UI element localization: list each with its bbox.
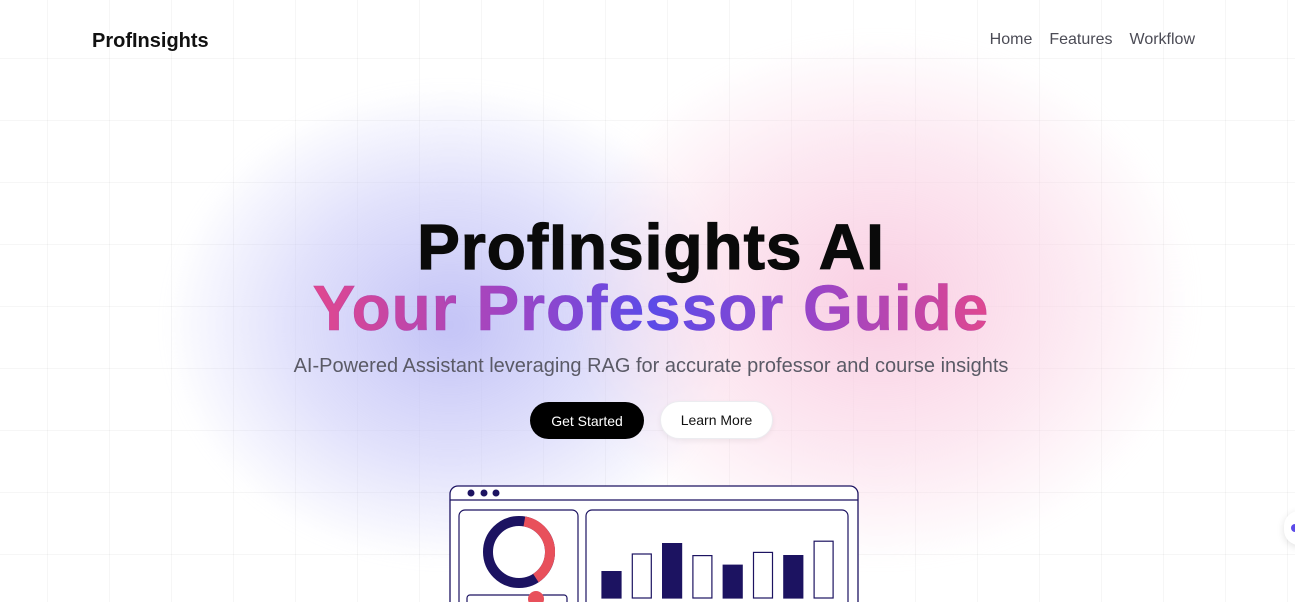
nav-link-home[interactable]: Home xyxy=(990,31,1033,49)
nav-link-workflow[interactable]: Workflow xyxy=(1130,31,1196,49)
chart-panel xyxy=(585,509,849,602)
left-panel-card xyxy=(466,594,568,602)
learn-more-button[interactable]: Learn More xyxy=(660,401,773,439)
chart-bar xyxy=(662,542,683,599)
hero-tagline: AI-Powered Assistant leveraging RAG for … xyxy=(293,355,1009,377)
chart-bar xyxy=(722,564,743,599)
dashboard-illustration xyxy=(449,485,859,602)
chat-widget-button[interactable] xyxy=(1284,511,1295,545)
chart-bar xyxy=(813,540,834,599)
chart-bar xyxy=(631,553,652,599)
window-dot-icon xyxy=(480,489,488,497)
window-dot-icon xyxy=(467,489,475,497)
landing-page: ProfInsights Home Features Workflow Prof… xyxy=(0,0,1295,602)
hero-subtitle-text: Your Professor Guide xyxy=(312,272,990,345)
nav-link-features[interactable]: Features xyxy=(1049,31,1112,49)
chart-bar xyxy=(752,551,774,599)
hero-subtitle: Your Professor Guide xyxy=(0,271,1295,345)
chart-bar xyxy=(601,570,622,599)
brand-logo[interactable]: ProfInsights xyxy=(92,30,209,53)
navbar: ProfInsights Home Features Workflow xyxy=(0,0,1295,80)
chart-bar xyxy=(692,554,713,599)
window-dot-icon xyxy=(492,489,500,497)
get-started-button[interactable]: Get Started xyxy=(530,402,644,439)
chat-bubble-icon xyxy=(1291,524,1295,532)
chart-bar xyxy=(783,554,804,599)
nav-links: Home Features Workflow xyxy=(990,31,1195,49)
